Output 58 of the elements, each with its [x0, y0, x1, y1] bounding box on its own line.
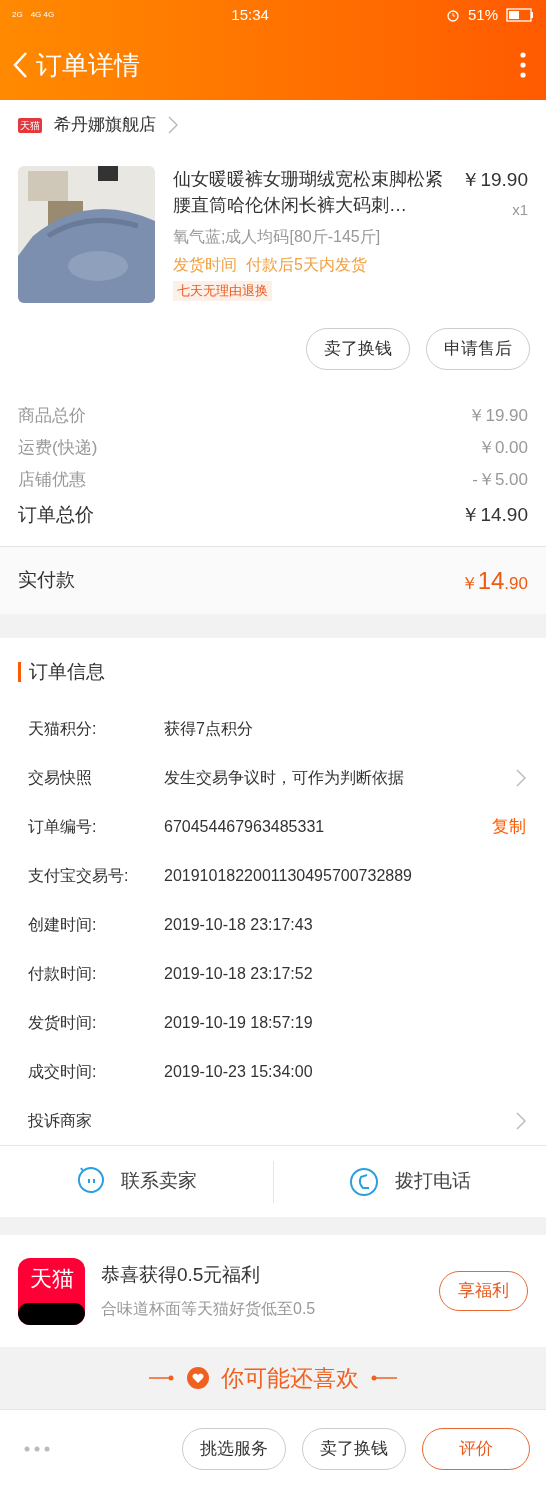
- return-tag: 七天无理由退换: [173, 281, 272, 301]
- info-label: 付款时间:: [28, 963, 98, 984]
- product-sku: 氧气蓝;成人均码[80斤-145斤]: [173, 227, 382, 247]
- shipping-note: 发货时间 付款后5天内发货: [173, 255, 368, 275]
- info-value: 2019-10-23 15:34:00: [164, 1061, 314, 1082]
- info-value: 670454467963485331: [164, 816, 326, 837]
- contact-button[interactable]: 联系卖家: [121, 1167, 198, 1196]
- chevron-right-icon: [516, 768, 526, 787]
- price-label: 运费(快递): [18, 437, 98, 460]
- info-value: 发生交易争议时，可作为判断依据: [164, 767, 405, 788]
- price-label: 订单总价: [18, 502, 94, 527]
- phone-icon: [348, 1166, 379, 1197]
- page-title: 订单详情: [36, 48, 140, 82]
- info-value: 2019-10-18 23:17:52: [164, 963, 314, 984]
- price-value: ￥14.90: [461, 502, 528, 527]
- promo-title: 恭喜获得0.5元福利: [101, 1262, 262, 1287]
- price-label: 商品总价: [18, 405, 86, 428]
- tmall-badge: 天猫: [18, 117, 42, 133]
- signal-label: 2G: [12, 9, 23, 21]
- tmall-logo: 天猫: [18, 1257, 85, 1325]
- info-label: 创建时间:: [28, 914, 98, 935]
- more-icon[interactable]: [24, 1446, 50, 1452]
- recommend-title: 你可能还喜欢: [221, 1363, 359, 1393]
- paid-label: 实付款: [18, 568, 75, 593]
- paid-amount: ￥14.90: [460, 565, 528, 596]
- info-label: 投诉商家: [28, 1110, 93, 1131]
- arrow-icon: [371, 1374, 397, 1382]
- chevron-right-icon: [516, 1111, 526, 1130]
- signal-label: 4G 4G: [30, 9, 55, 21]
- product-quantity: x1: [512, 199, 528, 220]
- promo-subtitle: 合味道杯面等天猫好货低至0.5: [101, 1299, 317, 1320]
- price-value: ￥19.90: [468, 405, 528, 428]
- more-icon[interactable]: [520, 52, 526, 78]
- shop-name[interactable]: 希丹娜旗舰店: [54, 112, 156, 138]
- info-value: 获得7点积分: [164, 718, 254, 739]
- info-label: 交易快照: [28, 767, 93, 788]
- arrow-icon: [149, 1374, 175, 1382]
- alarm-icon: [445, 8, 460, 22]
- section-title: 订单信息: [29, 659, 105, 684]
- info-value: 2019-10-18 23:17:43: [164, 914, 314, 935]
- info-label: 发货时间:: [28, 1012, 98, 1033]
- info-value: 2019101822001130495700732889: [164, 865, 413, 886]
- price-value: ￥0.00: [477, 437, 528, 460]
- product-title[interactable]: 仙女暖暖裤女珊瑚绒宽松束脚松紧腰直筒哈伦休闲长裤大码刺…: [173, 166, 454, 221]
- status-time: 15:34: [231, 4, 269, 25]
- product-price: ￥19.90: [461, 168, 528, 192]
- info-label: 成交时间:: [28, 1061, 98, 1082]
- chevron-right-icon: [168, 116, 178, 134]
- price-label: 店铺优惠: [18, 469, 86, 492]
- back-icon[interactable]: [12, 51, 28, 79]
- price-value: -￥5.00: [472, 469, 528, 492]
- info-label: 天猫积分:: [28, 718, 98, 739]
- battery-icon: [506, 8, 534, 22]
- info-label: 支付宝交易号:: [28, 865, 130, 886]
- info-label: 订单编号:: [28, 816, 98, 837]
- contact-button[interactable]: 拨打电话: [394, 1167, 471, 1196]
- battery-percent: 51%: [467, 4, 498, 25]
- info-value: 2019-10-19 18:57:19: [164, 1012, 314, 1033]
